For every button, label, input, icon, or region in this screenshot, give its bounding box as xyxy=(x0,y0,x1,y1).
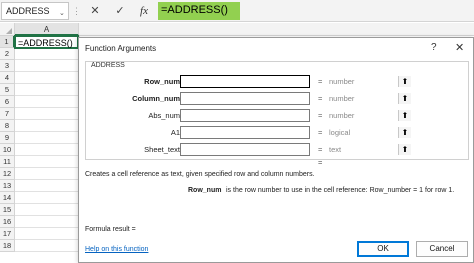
argument-type: number xyxy=(329,77,355,86)
column-num-input[interactable]: ⬆ xyxy=(180,92,411,105)
function-description: Creates a cell reference as text, given … xyxy=(85,171,315,178)
argument-equals: = xyxy=(318,145,323,154)
function-name-label: ADDRESS xyxy=(90,62,126,69)
ok-button[interactable]: OK xyxy=(357,241,409,257)
collapse-dialog-icon[interactable]: ⬆ xyxy=(398,93,411,104)
row-headers: 1 2 3 4 5 6 7 8 9 10 11 12 13 14 15 16 1… xyxy=(0,36,15,252)
row-header[interactable]: 7 xyxy=(0,108,15,120)
row-header[interactable]: 1 xyxy=(0,36,15,48)
argument-label: Abs_num xyxy=(148,111,180,120)
row-num-input[interactable]: ⬆ xyxy=(180,75,411,88)
argument-row-a1: A1 ⬆ = logical xyxy=(79,126,474,139)
argument-equals: = xyxy=(318,94,323,103)
row-header[interactable]: 12 xyxy=(0,168,15,180)
collapse-dialog-icon[interactable]: ⬆ xyxy=(398,144,411,155)
argument-label: Row_num xyxy=(144,77,180,86)
formula-bar-divider[interactable]: ⋮ xyxy=(72,3,81,19)
name-box[interactable]: ADDRESS ⌄ xyxy=(1,2,69,20)
row-header[interactable]: 14 xyxy=(0,192,15,204)
dialog-title: Function Arguments xyxy=(85,44,157,53)
confirm-entry-icon[interactable]: ✓ xyxy=(109,2,131,20)
a1-input[interactable]: ⬆ xyxy=(180,126,411,139)
argument-detail-name: Row_num xyxy=(188,187,222,194)
active-cell-a1[interactable]: =ADDRESS() xyxy=(14,35,79,49)
row-header[interactable]: 13 xyxy=(0,180,15,192)
argument-row-sheet-text: Sheet_text ⬆ = text xyxy=(79,143,474,156)
row-header[interactable]: 10 xyxy=(0,144,15,156)
argument-row-column-num: Column_num ⬆ = number xyxy=(79,92,474,105)
argument-equals: = xyxy=(318,128,323,137)
argument-row-row-num: Row_num ⬆ = number xyxy=(79,75,474,88)
name-box-value: ADDRESS xyxy=(6,6,50,16)
row-header[interactable]: 9 xyxy=(0,132,15,144)
argument-type: number xyxy=(329,111,355,120)
collapse-dialog-icon[interactable]: ⬆ xyxy=(398,127,411,138)
row-header[interactable]: 4 xyxy=(0,72,15,84)
formula-input[interactable]: =ADDRESS() xyxy=(158,2,240,20)
argument-type: number xyxy=(329,94,355,103)
row-header[interactable]: 15 xyxy=(0,204,15,216)
insert-function-icon[interactable]: fx xyxy=(133,2,155,20)
argument-type: text xyxy=(329,145,342,154)
select-all-corner[interactable] xyxy=(0,23,15,36)
argument-label: A1 xyxy=(170,128,180,137)
argument-label: Sheet_text xyxy=(144,145,180,154)
row-header[interactable]: 5 xyxy=(0,84,15,96)
argument-detail-text: is the row number to use in the cell ref… xyxy=(226,187,455,194)
argument-type: logical xyxy=(329,128,351,137)
help-on-function-link[interactable]: Help on this function xyxy=(85,246,148,253)
row-header[interactable]: 11 xyxy=(0,156,15,168)
name-box-dropdown-icon[interactable]: ⌄ xyxy=(59,9,65,17)
argument-equals: = xyxy=(318,77,323,86)
row-header[interactable]: 2 xyxy=(0,48,15,60)
sheet-text-input[interactable]: ⬆ xyxy=(180,143,411,156)
row-header[interactable]: 18 xyxy=(0,240,15,252)
row-header[interactable]: 16 xyxy=(0,216,15,228)
function-result-equals: = xyxy=(318,158,323,167)
abs-num-input[interactable]: ⬆ xyxy=(180,109,411,122)
select-all-icon xyxy=(6,28,12,34)
argument-label: Column_num xyxy=(132,94,180,103)
cancel-entry-icon[interactable]: ✕ xyxy=(84,2,106,20)
argument-row-abs-num: Abs_num ⬆ = number xyxy=(79,109,474,122)
collapse-dialog-icon[interactable]: ⬆ xyxy=(398,76,411,87)
cancel-button[interactable]: Cancel xyxy=(416,241,468,257)
row-header[interactable]: 8 xyxy=(0,120,15,132)
row-header[interactable]: 6 xyxy=(0,96,15,108)
formula-result: Formula result = xyxy=(85,226,136,233)
formula-bar: ADDRESS ⌄ ⋮ ✕ ✓ fx =ADDRESS() xyxy=(0,0,474,22)
argument-equals: = xyxy=(318,111,323,120)
function-arguments-dialog: Function Arguments ? ✕ ADDRESS Row_num ⬆… xyxy=(78,37,474,263)
row-header[interactable]: 3 xyxy=(0,60,15,72)
collapse-dialog-icon[interactable]: ⬆ xyxy=(398,110,411,121)
help-icon[interactable]: ? xyxy=(431,42,437,53)
row-header[interactable]: 17 xyxy=(0,228,15,240)
close-icon[interactable]: ✕ xyxy=(455,41,464,54)
